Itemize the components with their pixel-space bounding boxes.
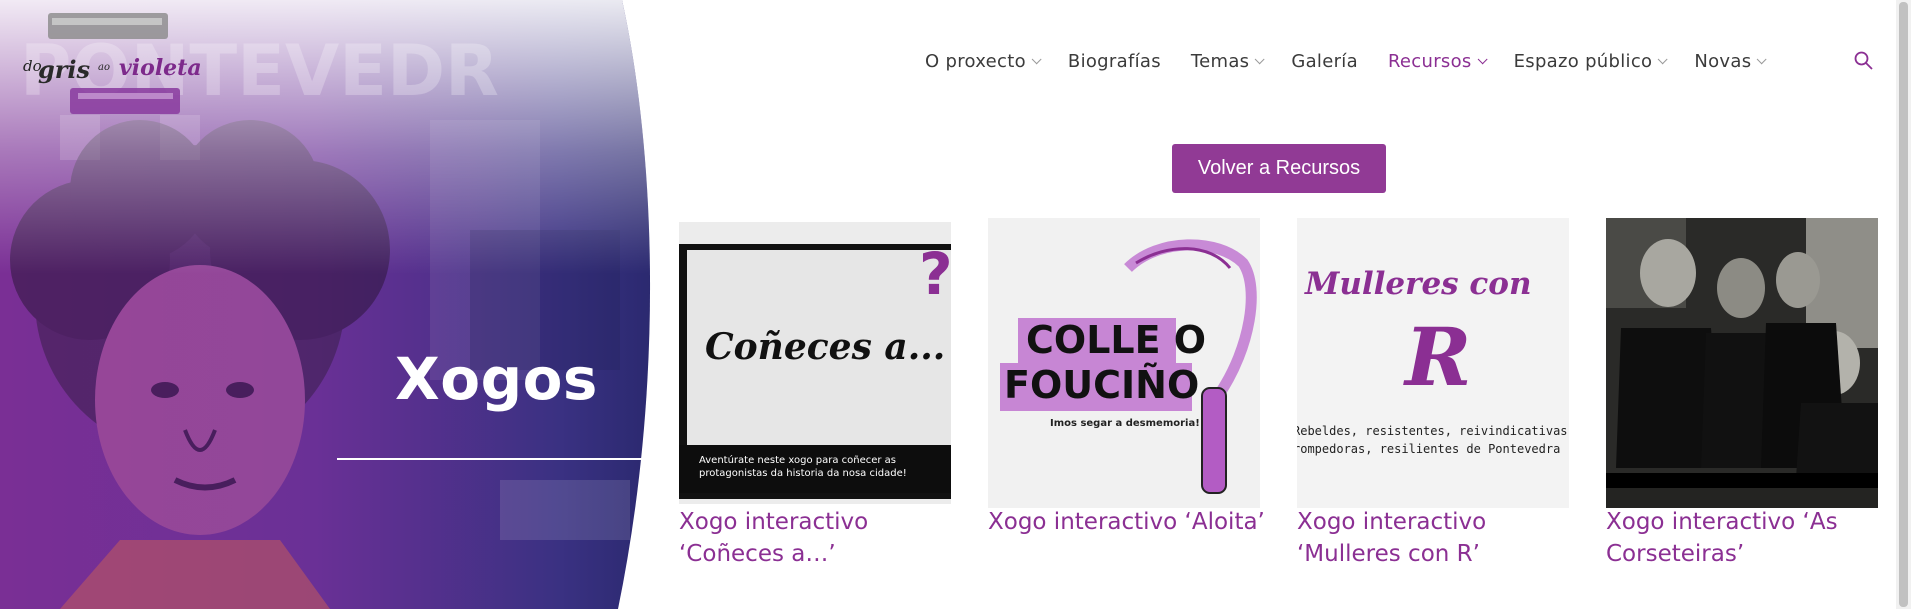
nav-item-galeria[interactable]: Galería bbox=[1291, 51, 1358, 72]
card-image-caption-2: rompedoras, resilientes de Pontevedra bbox=[1297, 442, 1561, 456]
card-image-caption: Imos segar a desmemoria! bbox=[1050, 418, 1200, 429]
chevron-down-icon bbox=[1477, 53, 1488, 64]
nav-item-biografias[interactable]: Biografías bbox=[1068, 51, 1161, 72]
main-nav: O proxecto Biografías Temas Galería Recu… bbox=[925, 46, 1793, 76]
back-to-resources-button[interactable]: Volver a Recursos bbox=[1172, 144, 1386, 193]
card-image[interactable]: Coñeces a... ? Aventúrate neste xogo par… bbox=[679, 222, 951, 504]
page-scrollbar[interactable] bbox=[1896, 0, 1911, 609]
card-image[interactable]: Mulleres con R Rebeldes, resistentes, re… bbox=[1297, 218, 1569, 508]
card-image-caption-1: Rebeldes, resistentes, reivindicativas, bbox=[1297, 424, 1569, 438]
game-card-coneces[interactable]: Coñeces a... ? Aventúrate neste xogo par… bbox=[679, 218, 951, 578]
logo-text-ao: ao bbox=[98, 62, 110, 73]
chevron-down-icon bbox=[1255, 53, 1265, 64]
card-image-heading: Coñeces a... bbox=[705, 326, 946, 368]
game-card-mulleres[interactable]: Mulleres con R Rebeldes, resistentes, re… bbox=[1297, 218, 1569, 578]
card-title[interactable]: Xogo interactivo ‘As Corseteiras’ bbox=[1606, 506, 1896, 570]
chevron-down-icon bbox=[1757, 53, 1767, 64]
nav-item-label: Espazo público bbox=[1513, 50, 1653, 72]
nav-item-label: Recursos bbox=[1387, 50, 1472, 72]
nav-item-espazo-publico[interactable]: Espazo público bbox=[1513, 50, 1668, 72]
card-image-letter: R bbox=[1405, 310, 1472, 404]
nav-item-label: O proxecto bbox=[925, 50, 1026, 72]
card-image[interactable]: COLLE O FOUCIÑO Imos segar a desmemoria! bbox=[988, 218, 1260, 508]
page-title: Xogos bbox=[395, 345, 598, 413]
card-image-heading: Mulleres con bbox=[1305, 266, 1532, 302]
site-logo[interactable]: do gris ao violeta bbox=[20, 10, 202, 120]
card-title[interactable]: Xogo interactivo ‘Mulleres con R’ bbox=[1297, 506, 1587, 570]
card-title[interactable]: Xogo interactivo ‘Aloita’ bbox=[988, 506, 1278, 538]
logo-text-gris: gris bbox=[38, 55, 91, 84]
chevron-down-icon bbox=[1031, 53, 1042, 64]
card-image-photo[interactable] bbox=[1606, 218, 1878, 508]
game-card-aloita[interactable]: COLLE O FOUCIÑO Imos segar a desmemoria!… bbox=[988, 218, 1265, 578]
hero-banner: PONTEVEDR do gr bbox=[0, 0, 700, 609]
game-card-corseteiras[interactable]: Xogo interactivo ‘As Corseteiras’ bbox=[1606, 218, 1878, 578]
title-divider bbox=[337, 458, 647, 460]
card-image-line2: FOUCIÑO bbox=[1004, 363, 1200, 407]
nav-item-recursos[interactable]: Recursos bbox=[1387, 50, 1488, 72]
nav-item-label: Galería bbox=[1291, 50, 1358, 72]
logo-text-violeta: violeta bbox=[119, 55, 202, 81]
question-mark-icon: ? bbox=[919, 240, 951, 308]
nav-item-label: Novas bbox=[1694, 50, 1752, 72]
nav-item-novas[interactable]: Novas bbox=[1694, 50, 1767, 72]
scrollbar-thumb[interactable] bbox=[1899, 2, 1908, 607]
nav-item-label: Temas bbox=[1190, 50, 1250, 72]
search-icon[interactable] bbox=[1853, 50, 1875, 72]
nav-item-o-proxecto[interactable]: O proxecto bbox=[925, 50, 1042, 72]
card-image-caption: Aventúrate neste xogo para coñecer as pr… bbox=[699, 455, 907, 479]
nav-item-temas[interactable]: Temas bbox=[1190, 50, 1265, 72]
chevron-down-icon bbox=[1658, 53, 1668, 64]
nav-item-label: Biografías bbox=[1067, 50, 1161, 72]
card-image-line1: COLLE O bbox=[1026, 318, 1207, 362]
card-title[interactable]: Xogo interactivo ‘Coñeces a…’ bbox=[679, 506, 969, 570]
